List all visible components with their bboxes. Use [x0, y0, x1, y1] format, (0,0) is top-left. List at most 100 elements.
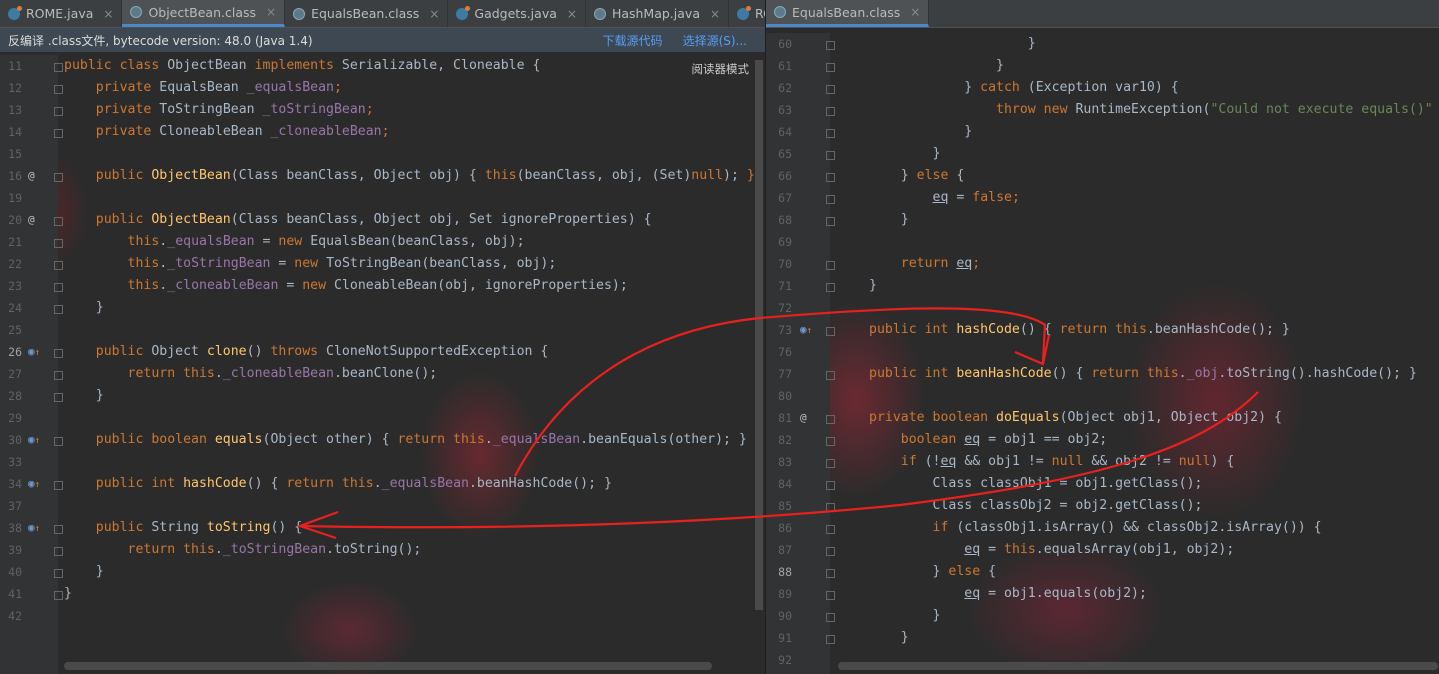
code-line[interactable]: 23 this._cloneableBean = new CloneableBe… [0, 275, 765, 297]
line-number[interactable]: 40 [0, 561, 22, 583]
implements-method-icon[interactable]: ◉↑ [28, 473, 40, 496]
code-line[interactable]: 70 return eq; [766, 253, 1439, 275]
line-number[interactable]: 81 [770, 407, 792, 429]
fold-marker-icon[interactable] [54, 305, 63, 314]
code-line[interactable]: 61 } [766, 55, 1439, 77]
code-line[interactable]: 91 } [766, 627, 1439, 649]
code-line[interactable]: 80 [766, 385, 1439, 407]
line-number[interactable]: 88 [770, 561, 792, 583]
code-line[interactable]: 90 } [766, 605, 1439, 627]
code-line[interactable]: 63 throw new RuntimeException("Could not… [766, 99, 1439, 121]
code-line[interactable]: 83 if (!eq && obj1 != null && obj2 != nu… [766, 451, 1439, 473]
line-number[interactable]: 27 [0, 363, 22, 385]
fold-marker-icon[interactable] [826, 283, 835, 292]
close-icon[interactable]: × [910, 5, 920, 19]
line-number[interactable]: 14 [0, 121, 22, 143]
implements-method-icon[interactable]: ◉↑ [28, 517, 40, 540]
line-number[interactable]: 34 [0, 473, 22, 495]
fold-marker-icon[interactable] [54, 239, 63, 248]
line-number[interactable]: 84 [770, 473, 792, 495]
fold-marker-icon[interactable] [826, 85, 835, 94]
fold-marker-icon[interactable] [54, 85, 63, 94]
close-icon[interactable]: × [429, 7, 439, 21]
fold-marker-icon[interactable] [54, 349, 63, 358]
line-number[interactable]: 80 [770, 385, 792, 407]
line-number[interactable]: 71 [770, 275, 792, 297]
line-number[interactable]: 60 [770, 33, 792, 55]
fold-marker-icon[interactable] [826, 547, 835, 556]
fold-marker-icon[interactable] [54, 63, 63, 72]
line-number[interactable]: 67 [770, 187, 792, 209]
close-icon[interactable]: × [710, 7, 720, 21]
code-line[interactable]: 60 } [766, 33, 1439, 55]
code-line[interactable]: 12 private EqualsBean _equalsBean; [0, 77, 765, 99]
implements-method-icon[interactable]: ◉↑ [28, 429, 40, 452]
code-line[interactable]: 29 [0, 407, 765, 429]
line-number[interactable]: 86 [770, 517, 792, 539]
code-line[interactable]: 22 this._toStringBean = new ToStringBean… [0, 253, 765, 275]
line-number[interactable]: 19 [0, 187, 22, 209]
fold-marker-icon[interactable] [826, 459, 835, 468]
code-line[interactable]: 86 if (classObj1.isArray() && classObj2.… [766, 517, 1439, 539]
fold-marker-icon[interactable] [54, 481, 63, 490]
fold-marker-icon[interactable] [826, 129, 835, 138]
line-number[interactable]: 66 [770, 165, 792, 187]
left-horizontal-scrollbar[interactable] [64, 662, 712, 670]
code-line[interactable]: 88 } else { [766, 561, 1439, 583]
code-line[interactable]: 26 ◉↑ public Object clone() throws CloneN… [0, 341, 765, 363]
fold-marker-icon[interactable] [826, 415, 835, 424]
code-line[interactable]: 27 return this._cloneableBean.beanClone(… [0, 363, 765, 385]
code-line[interactable]: 14 private CloneableBean _cloneableBean; [0, 121, 765, 143]
line-number[interactable]: 39 [0, 539, 22, 561]
line-number[interactable]: 70 [770, 253, 792, 275]
line-number[interactable]: 63 [770, 99, 792, 121]
tab-hashmap-java[interactable]: HashMap.java × [586, 0, 730, 27]
line-number[interactable]: 72 [770, 297, 792, 319]
code-line[interactable]: 42 [0, 605, 765, 627]
fold-marker-icon[interactable] [54, 591, 63, 600]
code-line[interactable]: 68 } [766, 209, 1439, 231]
code-line[interactable]: 65 } [766, 143, 1439, 165]
line-number[interactable]: 90 [770, 605, 792, 627]
code-line[interactable]: 38 ◉↑ public String toString() { [0, 517, 765, 539]
code-line[interactable]: 37 [0, 495, 765, 517]
code-line[interactable]: 76 [766, 341, 1439, 363]
line-number[interactable]: 37 [0, 495, 22, 517]
line-number[interactable]: 23 [0, 275, 22, 297]
code-line[interactable]: 13 private ToStringBean _toStringBean; [0, 99, 765, 121]
line-number[interactable]: 28 [0, 385, 22, 407]
line-number[interactable]: 73 [770, 319, 792, 341]
implements-method-icon[interactable]: ◉↑ [800, 319, 812, 342]
fold-marker-icon[interactable] [826, 217, 835, 226]
close-icon[interactable]: × [266, 5, 276, 19]
line-number[interactable]: 26 [0, 341, 22, 363]
line-number[interactable]: 12 [0, 77, 22, 99]
code-line[interactable]: 81 @ private boolean doEquals(Object obj1,… [766, 407, 1439, 429]
close-icon[interactable]: × [103, 7, 113, 21]
line-number[interactable]: 64 [770, 121, 792, 143]
line-number[interactable]: 42 [0, 605, 22, 627]
fold-marker-icon[interactable] [826, 371, 835, 380]
code-line[interactable]: 39 return this._toStringBean.toString(); [0, 539, 765, 561]
fold-marker-icon[interactable] [54, 371, 63, 380]
tab-rome-java[interactable]: ROME.java × [0, 0, 123, 27]
code-line[interactable]: 20 @ public ObjectBean(Class beanClass, O… [0, 209, 765, 231]
line-number[interactable]: 65 [770, 143, 792, 165]
line-number[interactable]: 38 [0, 517, 22, 539]
fold-marker-icon[interactable] [54, 261, 63, 270]
code-line[interactable]: 30 ◉↑ public boolean equals(Object other)… [0, 429, 765, 451]
code-line[interactable]: 66 } else { [766, 165, 1439, 187]
code-line[interactable]: 28 } [0, 385, 765, 407]
override-annotation-icon[interactable]: @ [28, 165, 35, 187]
code-line[interactable]: 33 [0, 451, 765, 473]
line-number[interactable]: 16 [0, 165, 22, 187]
code-line[interactable]: 24 } [0, 297, 765, 319]
download-source-link[interactable]: 下载源代码 [603, 32, 663, 49]
line-number[interactable]: 62 [770, 77, 792, 99]
line-number[interactable]: 22 [0, 253, 22, 275]
tab-equalsbean-class[interactable]: EqualsBean.class × [285, 0, 449, 27]
line-number[interactable]: 33 [0, 451, 22, 473]
fold-marker-icon[interactable] [826, 261, 835, 270]
fold-marker-icon[interactable] [826, 525, 835, 534]
fold-marker-icon[interactable] [826, 107, 835, 116]
